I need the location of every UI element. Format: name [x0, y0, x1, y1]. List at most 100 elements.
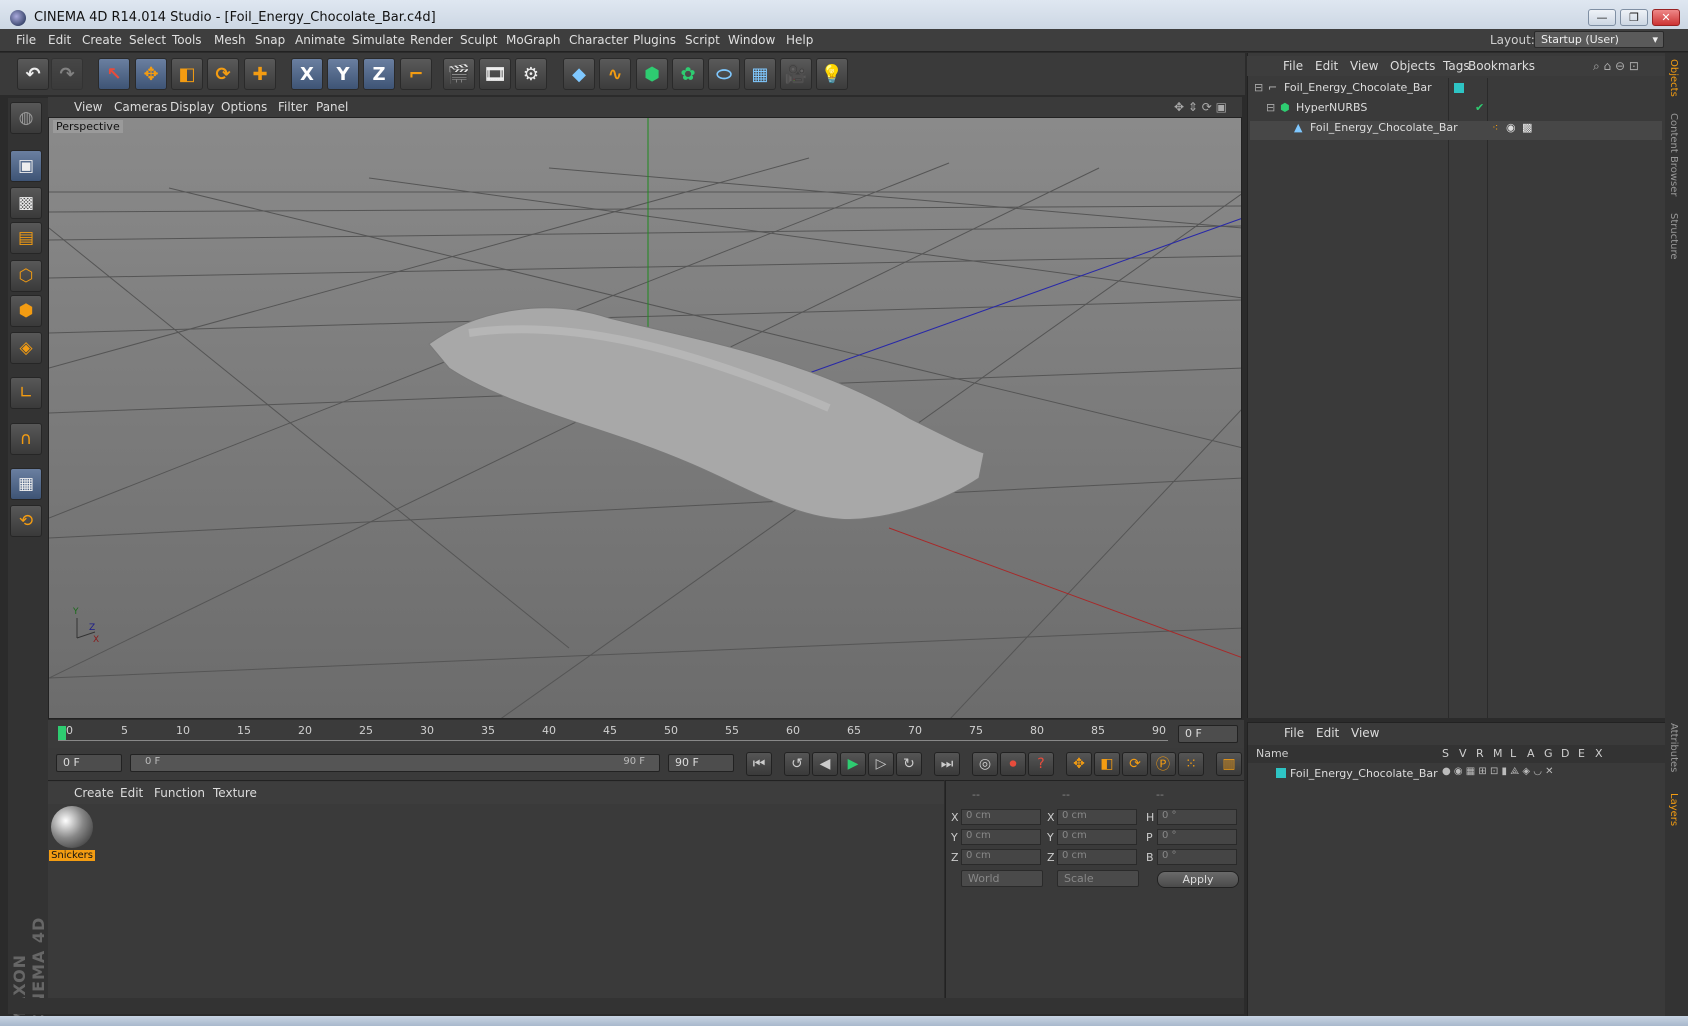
- transform-mode-dropdown[interactable]: Scale: [1057, 870, 1139, 887]
- rotation-p-field[interactable]: 0 °: [1157, 829, 1237, 845]
- previous-key-icon[interactable]: ↺: [784, 752, 810, 776]
- 3d-viewport[interactable]: Y X Z Perspective: [48, 117, 1242, 719]
- layer-color-swatch[interactable]: [1454, 83, 1464, 93]
- object-menu-bookmarks[interactable]: Bookmarks: [1468, 59, 1535, 73]
- texture-mode-icon[interactable]: ▩: [10, 187, 42, 219]
- key-parameter-icon[interactable]: Ⓟ: [1150, 752, 1176, 776]
- deformer-icon[interactable]: ⬭: [708, 58, 740, 90]
- x-axis-button[interactable]: X: [291, 58, 323, 90]
- layer-menu-edit[interactable]: Edit: [1316, 726, 1339, 740]
- menu-create[interactable]: Create: [82, 33, 122, 47]
- undo-icon[interactable]: ↶: [17, 58, 49, 90]
- end-frame-field[interactable]: 90 F: [668, 754, 734, 772]
- material-item[interactable]: Snickers: [49, 806, 95, 862]
- position-y-field[interactable]: 0 cm: [961, 829, 1041, 845]
- next-key-icon[interactable]: ↻: [896, 752, 922, 776]
- menu-select[interactable]: Select: [129, 33, 166, 47]
- viewport-menu-panel[interactable]: Panel: [316, 100, 348, 114]
- model-mode-icon[interactable]: ▣: [10, 150, 42, 182]
- array-cloner-icon[interactable]: ✿: [672, 58, 704, 90]
- object-menu-file[interactable]: File: [1283, 59, 1303, 73]
- timeline-window-icon[interactable]: ▥: [1216, 752, 1242, 776]
- playhead[interactable]: [58, 726, 66, 740]
- material-menu-function[interactable]: Function: [154, 786, 205, 800]
- redo-icon[interactable]: ↷: [51, 58, 83, 90]
- object-menu-tags[interactable]: Tags: [1443, 59, 1470, 73]
- menu-help[interactable]: Help: [786, 33, 813, 47]
- frame-range-slider[interactable]: 0 F 90 F: [130, 754, 660, 772]
- menu-animate[interactable]: Animate: [295, 33, 345, 47]
- magnet-snap-icon[interactable]: ∩: [10, 423, 42, 455]
- timeline-ruler[interactable]: 0 5 10 15 20 25 30 35 40 45 50 55 60 65 …: [48, 720, 1244, 748]
- menu-simulate[interactable]: Simulate: [352, 33, 405, 47]
- soft-selection-icon[interactable]: ⟲: [10, 505, 42, 537]
- layer-toggle-icons[interactable]: ● ◉ ▦ ⊞ ⊡ ▮ ⟁ ◈ ◡ ✕: [1442, 766, 1553, 777]
- menu-edit[interactable]: Edit: [48, 33, 71, 47]
- object-menu-view[interactable]: View: [1350, 59, 1378, 73]
- key-rotation-icon[interactable]: ⟳: [1122, 752, 1148, 776]
- add-tool-icon[interactable]: ✚: [244, 58, 276, 90]
- move-tool-icon[interactable]: ✥: [135, 58, 167, 90]
- play-icon[interactable]: ▶: [840, 752, 866, 776]
- layout-select[interactable]: Startup (User): [1534, 31, 1664, 48]
- tab-layers[interactable]: Layers: [1668, 793, 1679, 826]
- viewport-menu-options[interactable]: Options: [221, 100, 267, 114]
- enabled-check-icon[interactable]: ✔: [1475, 101, 1484, 114]
- rotate-tool-icon[interactable]: ⟳: [207, 58, 239, 90]
- size-x-field[interactable]: 0 cm: [1057, 809, 1137, 825]
- light-icon[interactable]: 💡: [816, 58, 848, 90]
- menu-sculpt[interactable]: Sculpt: [460, 33, 497, 47]
- current-frame-field[interactable]: 0 F: [1178, 725, 1238, 743]
- size-y-field[interactable]: 0 cm: [1057, 829, 1137, 845]
- next-frame-icon[interactable]: ▷: [868, 752, 894, 776]
- render-settings-icon[interactable]: ⚙: [515, 58, 547, 90]
- start-frame-field[interactable]: 0 F: [56, 754, 122, 772]
- coordinate-mode-dropdown[interactable]: World: [961, 870, 1043, 887]
- cube-primitive-icon[interactable]: ◆: [563, 58, 595, 90]
- z-axis-button[interactable]: Z: [363, 58, 395, 90]
- menu-file[interactable]: File: [16, 33, 36, 47]
- viewport-menu-filter[interactable]: Filter: [278, 100, 308, 114]
- workplane-lock-icon[interactable]: ▦: [10, 468, 42, 500]
- size-z-field[interactable]: 0 cm: [1057, 849, 1137, 865]
- object-menu-objects[interactable]: Objects: [1390, 59, 1435, 73]
- menu-tools[interactable]: Tools: [172, 33, 202, 47]
- menu-mesh[interactable]: Mesh: [214, 33, 246, 47]
- make-editable-icon[interactable]: ◍: [10, 102, 42, 134]
- viewport-menu-view[interactable]: View: [74, 100, 102, 114]
- object-search-home-icons[interactable]: ⌕ ⌂ ⊖ ⊡: [1593, 59, 1639, 74]
- auto-key-icon[interactable]: ⏺: [1000, 752, 1026, 776]
- object-menu-edit[interactable]: Edit: [1315, 59, 1338, 73]
- edges-mode-icon[interactable]: ⬢: [10, 295, 42, 327]
- key-position-icon[interactable]: ✥: [1066, 752, 1092, 776]
- viewport-navigate-icons[interactable]: ✥ ⇕ ⟳ ▣: [1174, 100, 1227, 114]
- key-scale-icon[interactable]: ◧: [1094, 752, 1120, 776]
- object-row-root[interactable]: ⊟ ⌐ Foil_Energy_Chocolate_Bar: [1250, 81, 1662, 100]
- rotation-h-field[interactable]: 0 °: [1157, 809, 1237, 825]
- render-picture-viewer-icon[interactable]: 🎞: [479, 58, 511, 90]
- keyframe-selection-icon[interactable]: ?: [1028, 752, 1054, 776]
- collapse-toggle-icon[interactable]: ⊟: [1266, 101, 1275, 114]
- go-to-start-icon[interactable]: ⏮: [746, 752, 772, 776]
- restore-button[interactable]: ❐: [1620, 9, 1648, 26]
- layer-menu-view[interactable]: View: [1351, 726, 1379, 740]
- layer-color-swatch[interactable]: [1276, 768, 1286, 778]
- render-view-icon[interactable]: 🎬: [443, 58, 475, 90]
- position-x-field[interactable]: 0 cm: [961, 809, 1041, 825]
- menu-plugins[interactable]: Plugins: [633, 33, 676, 47]
- tab-attributes[interactable]: Attributes: [1668, 723, 1679, 772]
- menu-mograph[interactable]: MoGraph: [506, 33, 561, 47]
- menu-render[interactable]: Render: [410, 33, 453, 47]
- apply-button[interactable]: Apply: [1157, 871, 1239, 888]
- position-z-field[interactable]: 0 cm: [961, 849, 1041, 865]
- chocolate-bar-model[interactable]: [428, 307, 985, 520]
- menu-script[interactable]: Script: [685, 33, 720, 47]
- object-row-mesh[interactable]: ▲ Foil_Energy_Chocolate_Bar ⁖ ◉ ▩: [1250, 121, 1662, 140]
- go-to-end-icon[interactable]: ⏭: [934, 752, 960, 776]
- floor-scene-icon[interactable]: ▦: [744, 58, 776, 90]
- material-menu-create[interactable]: Create: [74, 786, 114, 800]
- live-select-icon[interactable]: ↖: [98, 58, 130, 90]
- menu-character[interactable]: Character: [569, 33, 628, 47]
- points-mode-icon[interactable]: ⬡: [10, 260, 42, 292]
- collapse-toggle-icon[interactable]: ⊟: [1254, 81, 1263, 94]
